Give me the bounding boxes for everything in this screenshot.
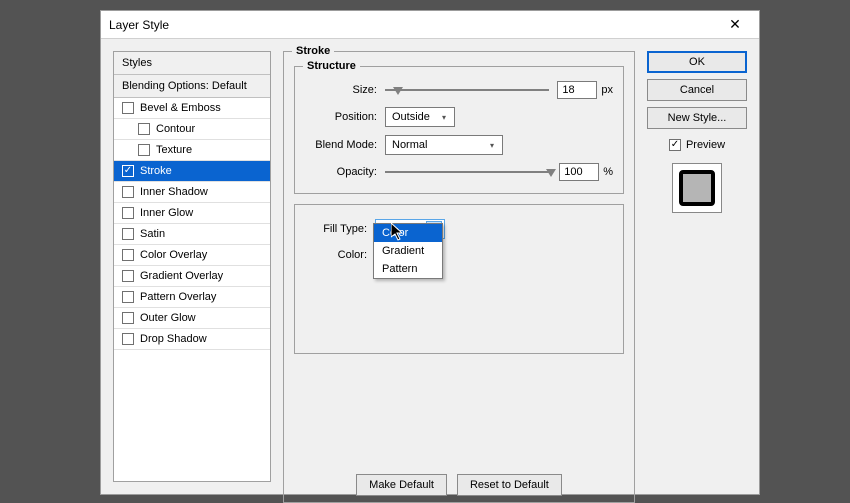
position-select[interactable]: Outside ▾ xyxy=(385,107,455,127)
style-checkbox[interactable] xyxy=(122,165,134,177)
style-item-label: Drop Shadow xyxy=(140,333,207,345)
style-checkbox[interactable] xyxy=(122,333,134,345)
style-checkbox[interactable] xyxy=(122,207,134,219)
size-label: Size: xyxy=(305,84,385,96)
size-unit: px xyxy=(601,84,613,96)
preview-checkbox-row[interactable]: Preview xyxy=(647,139,747,151)
position-label: Position: xyxy=(305,111,385,123)
style-checkbox[interactable] xyxy=(122,291,134,303)
window-title: Layer Style xyxy=(109,18,169,32)
structure-fieldset: Structure Size: px Position: Outside xyxy=(294,66,624,194)
style-checkbox[interactable] xyxy=(122,228,134,240)
fill-fieldset: Fill Type: Color ▾ Color: Color Gradient xyxy=(294,204,624,354)
style-item-label: Color Overlay xyxy=(140,249,207,261)
style-checkbox[interactable] xyxy=(122,249,134,261)
blendmode-label: Blend Mode: xyxy=(305,139,385,151)
style-item-label: Bevel & Emboss xyxy=(140,102,221,114)
style-checkbox[interactable] xyxy=(122,312,134,324)
dialog-content: Styles Blending Options: Default Bevel &… xyxy=(101,39,759,494)
style-item-color-overlay[interactable]: Color Overlay xyxy=(114,245,270,266)
style-checkbox[interactable] xyxy=(122,270,134,282)
style-item-label: Gradient Overlay xyxy=(140,270,223,282)
filltype-label: Fill Type: xyxy=(305,223,375,235)
stroke-fieldset: Stroke Structure Size: px Position: xyxy=(283,51,635,503)
style-item-stroke[interactable]: Stroke xyxy=(114,161,270,182)
size-input[interactable] xyxy=(557,81,597,99)
ok-button[interactable]: OK xyxy=(647,51,747,73)
opacity-slider[interactable] xyxy=(385,171,551,173)
style-item-inner-shadow[interactable]: Inner Shadow xyxy=(114,182,270,203)
style-item-label: Satin xyxy=(140,228,165,240)
style-item-drop-shadow[interactable]: Drop Shadow xyxy=(114,329,270,350)
dropdown-item-pattern[interactable]: Pattern xyxy=(374,260,442,278)
styles-header[interactable]: Styles xyxy=(114,52,270,75)
close-button[interactable]: ✕ xyxy=(715,14,755,36)
dropdown-item-gradient[interactable]: Gradient xyxy=(374,242,442,260)
chevron-down-icon: ▾ xyxy=(436,113,452,122)
titlebar: Layer Style ✕ xyxy=(101,11,759,39)
layer-style-dialog: Layer Style ✕ Styles Blending Options: D… xyxy=(100,10,760,495)
style-item-pattern-overlay[interactable]: Pattern Overlay xyxy=(114,287,270,308)
style-item-texture[interactable]: Texture xyxy=(114,140,270,161)
structure-label: Structure xyxy=(303,60,360,72)
make-default-button[interactable]: Make Default xyxy=(356,474,447,496)
close-icon: ✕ xyxy=(729,16,741,33)
style-item-label: Inner Glow xyxy=(140,207,193,219)
preview-inner xyxy=(679,170,715,206)
style-item-contour[interactable]: Contour xyxy=(114,119,270,140)
style-item-label: Pattern Overlay xyxy=(140,291,216,303)
blending-options-header[interactable]: Blending Options: Default xyxy=(114,75,270,98)
style-item-inner-glow[interactable]: Inner Glow xyxy=(114,203,270,224)
size-slider[interactable] xyxy=(385,89,549,91)
style-checkbox[interactable] xyxy=(138,144,150,156)
style-item-label: Inner Shadow xyxy=(140,186,208,198)
preview-checkbox[interactable] xyxy=(669,139,681,151)
cancel-button[interactable]: Cancel xyxy=(647,79,747,101)
reset-default-button[interactable]: Reset to Default xyxy=(457,474,562,496)
opacity-label: Opacity: xyxy=(305,166,385,178)
dropdown-item-color[interactable]: Color xyxy=(374,224,442,242)
blendmode-select[interactable]: Normal ▾ xyxy=(385,135,503,155)
new-style-button[interactable]: New Style... xyxy=(647,107,747,129)
style-item-satin[interactable]: Satin xyxy=(114,224,270,245)
stroke-section-label: Stroke xyxy=(292,45,334,57)
opacity-input[interactable] xyxy=(559,163,599,181)
filltype-dropdown[interactable]: Color Gradient Pattern xyxy=(373,223,443,279)
preview-label: Preview xyxy=(686,139,725,151)
style-item-bevel-emboss[interactable]: Bevel & Emboss xyxy=(114,98,270,119)
style-checkbox[interactable] xyxy=(138,123,150,135)
chevron-down-icon: ▾ xyxy=(484,141,500,150)
style-checkbox[interactable] xyxy=(122,102,134,114)
color-label: Color: xyxy=(305,249,375,261)
style-item-label: Texture xyxy=(156,144,192,156)
right-panel: OK Cancel New Style... Preview xyxy=(647,51,747,482)
style-item-gradient-overlay[interactable]: Gradient Overlay xyxy=(114,266,270,287)
styles-panel: Styles Blending Options: Default Bevel &… xyxy=(113,51,271,482)
opacity-slider-thumb[interactable] xyxy=(546,169,556,177)
style-item-outer-glow[interactable]: Outer Glow xyxy=(114,308,270,329)
style-item-label: Stroke xyxy=(140,165,172,177)
style-checkbox[interactable] xyxy=(122,186,134,198)
opacity-unit: % xyxy=(603,166,613,178)
stroke-settings-panel: Stroke Structure Size: px Position: xyxy=(283,51,635,482)
style-item-label: Contour xyxy=(156,123,195,135)
style-item-label: Outer Glow xyxy=(140,312,196,324)
preview-swatch xyxy=(672,163,722,213)
size-slider-thumb[interactable] xyxy=(393,87,403,95)
